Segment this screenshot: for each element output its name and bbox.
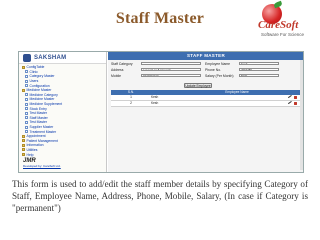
folder-icon [22, 148, 25, 152]
phone-input[interactable]: 2664785 [239, 67, 279, 72]
grid-cell-sn: 2 [130, 101, 132, 105]
sidebar-item-label: Stock Entry [29, 106, 47, 111]
form-title: STAFF MASTER [108, 52, 303, 60]
update-employee-button[interactable]: Update Employee [184, 83, 212, 88]
page-icon [25, 70, 28, 74]
page-icon [25, 116, 28, 120]
edit-icon[interactable] [287, 100, 292, 104]
app-screenshot: SAKSHAM ConfigTable Clinic Category Master… [18, 51, 304, 173]
page-icon [25, 102, 28, 106]
sidebar-item-label: Medicine Master [26, 88, 52, 93]
employee-name-label: Employee Name [205, 61, 231, 66]
sidebar-item-label: Information [26, 143, 44, 148]
page-icon [25, 93, 28, 97]
page-icon [25, 97, 28, 101]
mobile-label: Mobile [111, 73, 121, 78]
sidebar-item-label: Test Master [29, 111, 48, 116]
sidebar-item-label: Category Master [29, 74, 55, 79]
sidebar-item-label: ConfigTable [26, 65, 45, 70]
main-form-area: STAFF MASTER Staff Category Employee Nam… [108, 52, 303, 172]
brand-name: CareSoft [258, 19, 299, 31]
grid-row-actions [283, 94, 301, 99]
mobile-input[interactable]: 9742810710 [141, 73, 201, 78]
slide-caption: This form is used to add/edit the staff … [12, 179, 308, 214]
form-row: Address Lot park no 5 raja park Phone No… [111, 67, 301, 72]
folder-icon [22, 88, 25, 92]
delete-icon[interactable] [293, 95, 297, 99]
page-icon [25, 125, 28, 129]
employee-name-input[interactable]: Kesh [239, 61, 279, 66]
address-input[interactable]: Lot park no 5 raja park [141, 67, 201, 72]
sidebar-item-label: Users [29, 79, 39, 84]
edit-icon[interactable] [287, 94, 292, 98]
folder-icon [22, 153, 25, 157]
staff-form: Staff Category Employee Name Kesh Addres… [108, 60, 303, 82]
page-icon [25, 130, 28, 134]
sidebar: SAKSHAM ConfigTable Clinic Category Master… [19, 52, 107, 172]
vertical-scrollbar[interactable] [300, 60, 303, 170]
app-logo-text: SAKSHAM [34, 54, 67, 61]
sidebar-item-label: Patient Management [26, 138, 58, 143]
page-icon [25, 111, 28, 115]
grid-cell-name: Kesh [151, 101, 159, 105]
page-icon [25, 120, 28, 124]
sidebar-item-label: Utilities [26, 147, 38, 152]
sidebar-item[interactable]: Help [22, 152, 106, 157]
footer-brand: JMR Developed by: CareSoft Ltd. [23, 158, 61, 168]
sidebar-item-label: Clinic [29, 69, 38, 74]
folder-icon [22, 143, 25, 147]
sidebar-item-label: Appointment [26, 134, 46, 139]
nav-tree: ConfigTable Clinic Category Master Users Con… [19, 64, 106, 157]
phone-label: Phone No. [205, 67, 222, 72]
sidebar-item-label: Help [26, 152, 34, 157]
sidebar-item-label: Configuration [29, 83, 50, 88]
brand-logo: CareSoft Software For Science [244, 0, 314, 44]
grid-cell-sn: 1 [130, 95, 132, 99]
salary-label: Salary (Per Month) [205, 73, 234, 78]
grid-header: S.N. Employee Name [111, 90, 301, 95]
grid-cell-name: Kesh [151, 95, 159, 99]
folder-icon [22, 139, 25, 143]
sidebar-item-label: Treatment Master [29, 129, 57, 134]
sidebar-item-label: Medicine Supplement [29, 102, 63, 107]
delete-icon[interactable] [293, 101, 297, 105]
leaf-icon [273, 0, 283, 9]
form-row: Mobile 9742810710 Salary (Per Month) 500… [111, 73, 301, 78]
brand-tagline: Software For Science [261, 32, 305, 37]
staff-grid: S.N. Employee Name 1 Kesh 2 Kesh [111, 90, 301, 107]
sidebar-item-label: Staff Master [29, 115, 48, 120]
folder-icon [22, 134, 25, 138]
page-icon [25, 74, 28, 78]
staff-category-label: Staff Category [111, 61, 133, 66]
app-logo: SAKSHAM [19, 52, 106, 64]
sidebar-item-label: Medicine Master [29, 97, 55, 102]
page-icon [25, 107, 28, 111]
grid-col-employee-name: Employee Name [225, 90, 249, 95]
table-row: 2 Kesh [111, 100, 301, 107]
sidebar-item-label: Supplier Master [29, 125, 54, 130]
address-label: Address [111, 67, 124, 72]
grid-row-actions [283, 100, 301, 105]
staff-category-select[interactable] [141, 61, 201, 66]
salary-input[interactable]: 5000 [239, 73, 279, 78]
folder-icon [22, 65, 25, 69]
form-row: Staff Category Employee Name Kesh [111, 61, 301, 66]
grid-col-sn: S.N. [127, 90, 135, 95]
sidebar-item-label: Test Master [29, 120, 48, 125]
page-icon [25, 79, 28, 83]
saksham-logo-icon [23, 53, 31, 62]
footer-link[interactable]: Developed by: CareSoft Ltd. [23, 164, 61, 168]
page-icon [25, 84, 28, 88]
sidebar-item-label: Medicine Category [29, 92, 58, 97]
